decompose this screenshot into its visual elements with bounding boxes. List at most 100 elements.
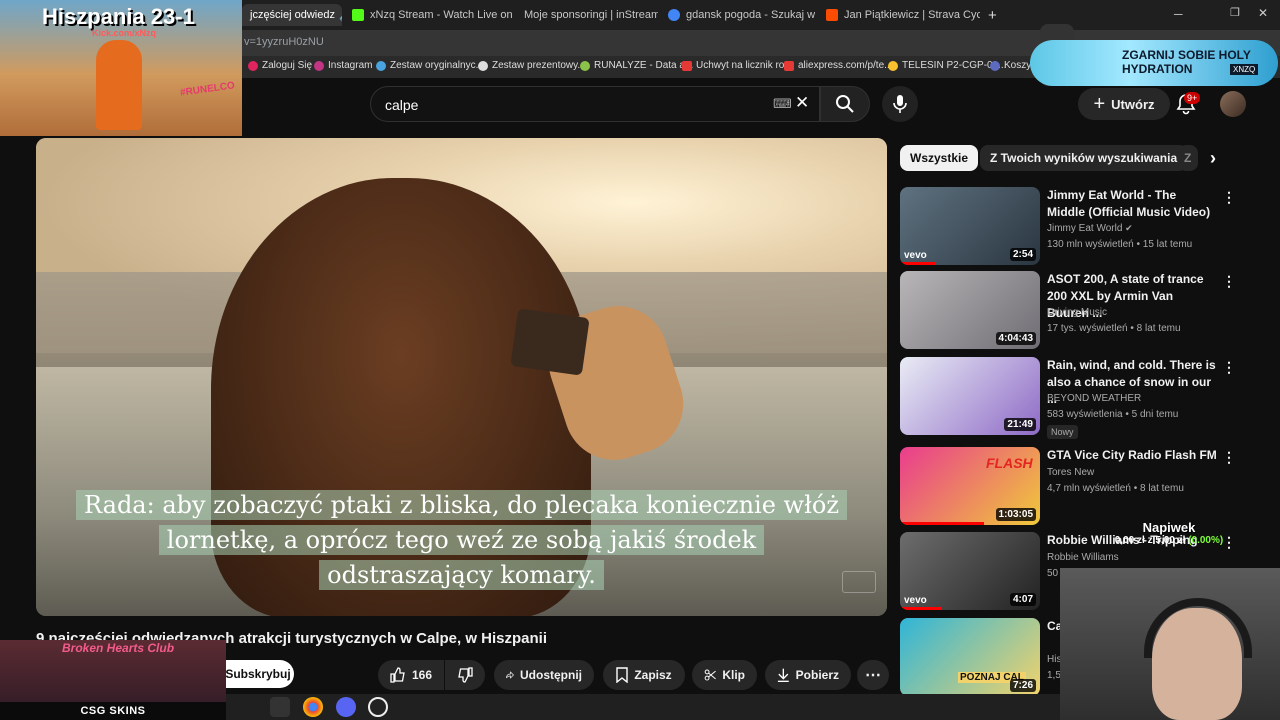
bookmark-icon bbox=[478, 60, 488, 71]
bookmark-label: Zaloguj Się bbox=[262, 60, 313, 71]
discord-icon[interactable] bbox=[336, 697, 356, 717]
plus-icon: + bbox=[1093, 92, 1106, 115]
verified-icon: ✔ bbox=[1125, 223, 1133, 233]
stream-overlay-sponsor: ZGARNIJ SOBIE HOLY HYDRATION XNZQ bbox=[1030, 40, 1278, 86]
list-item[interactable]: FLASH 1:03:05 GTA Vice City Radio Flash F… bbox=[900, 447, 1270, 527]
search-icon bbox=[836, 95, 854, 113]
like-count: 166 bbox=[411, 668, 432, 682]
bookmark-item[interactable]: RUNALYZE - Data a... bbox=[580, 60, 693, 71]
keyboard-icon[interactable]: ⌨ bbox=[773, 96, 792, 112]
dislike-button[interactable] bbox=[445, 660, 485, 690]
watch-progress bbox=[900, 607, 942, 610]
club-logo: Broken Hearts Club bbox=[62, 641, 175, 655]
chip-partial[interactable]: Z bbox=[1178, 145, 1198, 171]
tab-label: Jan Piątkiewicz | Strava Cyclist bbox=[844, 9, 980, 21]
tab-instreamly[interactable]: Moje sponsoringi | inStreamly ✕ bbox=[516, 4, 658, 26]
window-close-icon[interactable]: ✕ bbox=[1258, 6, 1268, 20]
channel-name[interactable]: Tores New bbox=[1047, 467, 1094, 478]
video-title[interactable]: Jimmy Eat World - The Middle (Official M… bbox=[1047, 187, 1217, 221]
overlay-subtitle: Kick.com/xNzq bbox=[92, 28, 157, 38]
tab-label: Moje sponsoringi | inStreamly bbox=[524, 9, 658, 21]
channel-name[interactable]: BEYOND WEATHER bbox=[1047, 393, 1141, 404]
account-avatar[interactable] bbox=[1220, 91, 1246, 117]
thumbnail-label: vevo bbox=[904, 250, 927, 261]
download-label: Pobierz bbox=[795, 668, 839, 682]
sponsor-tag: XNZQ bbox=[1230, 64, 1259, 75]
speaker-icon[interactable]: 🔊 bbox=[339, 9, 342, 22]
chip-all[interactable]: Wszystkie bbox=[900, 145, 979, 171]
tab-strava[interactable]: Jan Piątkiewicz | Strava Cyclist ✕ bbox=[818, 4, 980, 26]
download-icon bbox=[777, 668, 789, 683]
create-button[interactable]: + Utwórz bbox=[1078, 88, 1170, 120]
scissors-icon bbox=[704, 669, 716, 681]
clip-button[interactable]: Klip bbox=[692, 660, 757, 690]
thumbs-up-icon bbox=[390, 667, 405, 683]
channel-label: Jimmy Eat World bbox=[1047, 223, 1123, 234]
bookmark-item[interactable]: Zestaw prezentowy... bbox=[478, 60, 586, 71]
video-thumbnail[interactable]: 21:49 bbox=[900, 357, 1040, 435]
tab-label: jczęściej odwiedz bbox=[250, 9, 335, 21]
save-button[interactable]: Zapisz bbox=[603, 660, 685, 690]
tip-goal-widget: Napiwek 0,00 zł z 5,00 zł (0.00%) bbox=[1104, 520, 1234, 562]
webcam-feed bbox=[1060, 568, 1280, 720]
overlay-photo bbox=[96, 40, 142, 130]
video-thumbnail[interactable]: 4:04:43 bbox=[900, 271, 1040, 349]
bookmark-item[interactable]: Uchwyt na licznik ro... bbox=[682, 60, 793, 71]
stream-overlay-bottom-left: Broken Hearts Club CSG SKINS bbox=[0, 640, 226, 720]
search-button[interactable] bbox=[820, 86, 870, 122]
more-vert-icon[interactable]: ⋮ bbox=[1222, 359, 1236, 376]
share-icon bbox=[506, 671, 514, 679]
search-input[interactable]: calpe ⌨ ✕ bbox=[370, 86, 820, 122]
maximize-icon[interactable]: ❐ bbox=[1230, 6, 1240, 19]
video-thumbnail[interactable]: FLASH 1:03:05 bbox=[900, 447, 1040, 525]
chevron-right-icon[interactable]: › bbox=[1210, 148, 1216, 169]
tab-active[interactable]: jczęściej odwiedz 🔊 ✕ bbox=[242, 4, 342, 26]
list-item[interactable]: 21:49 Rain, wind, and cold. There is als… bbox=[900, 357, 1270, 439]
channel-watermark[interactable] bbox=[842, 571, 876, 593]
tab-kick[interactable]: xNzq Stream - Watch Live on K ✕ bbox=[344, 4, 514, 26]
more-vert-icon[interactable]: ⋮ bbox=[1222, 273, 1236, 290]
bookmark-item[interactable]: TELESIN P2-CGP-01... bbox=[888, 60, 1006, 71]
list-item[interactable]: 4:04:43 ASOT 200, A state of trance 200 … bbox=[900, 271, 1270, 351]
minimize-icon[interactable]: ─ bbox=[1174, 7, 1183, 21]
new-tab-button[interactable]: + bbox=[980, 4, 1000, 26]
tip-percent: (0.00%) bbox=[1188, 535, 1224, 546]
instagram-icon bbox=[314, 60, 324, 71]
like-button[interactable]: 166 bbox=[378, 660, 444, 690]
bookmark-item[interactable]: Instagram bbox=[314, 60, 372, 71]
duration-badge: 7:26 bbox=[1009, 679, 1036, 692]
video-subtitles: Rada: aby zobaczyć ptaki z bliska, do pl… bbox=[36, 488, 887, 593]
voice-search-button[interactable] bbox=[882, 86, 918, 122]
tab-label: gdansk pogoda - Szukaj w Goo bbox=[686, 9, 816, 21]
more-actions-button[interactable]: ⋯ bbox=[857, 660, 889, 690]
microphone-icon bbox=[893, 95, 907, 113]
list-item[interactable]: vevo 2:54 Jimmy Eat World - The Middle (O… bbox=[900, 187, 1270, 267]
video-meta: 130 mln wyświetleń • 15 lat temu bbox=[1047, 239, 1193, 250]
tab-google[interactable]: gdansk pogoda - Szukaj w Goo ✕ bbox=[660, 4, 816, 26]
bookmark-item[interactable]: Zestaw oryginalnyc... bbox=[376, 60, 484, 71]
video-title[interactable]: GTA Vice City Radio Flash FM bbox=[1047, 447, 1217, 464]
video-thumbnail[interactable]: vevo 4:07 bbox=[900, 532, 1040, 610]
channel-name[interactable]: Driving Music bbox=[1047, 307, 1107, 318]
more-vert-icon[interactable]: ⋮ bbox=[1222, 449, 1236, 466]
more-vert-icon[interactable]: ⋮ bbox=[1222, 189, 1236, 206]
share-button[interactable]: Udostępnij bbox=[494, 660, 594, 690]
chrome-icon[interactable] bbox=[303, 697, 323, 717]
video-thumbnail[interactable]: vevo 2:54 bbox=[900, 187, 1040, 265]
download-button[interactable]: Pobierz bbox=[765, 660, 851, 690]
create-label: Utwórz bbox=[1111, 96, 1155, 112]
video-meta: 1,5 bbox=[1047, 670, 1061, 681]
clear-search-icon[interactable]: ✕ bbox=[795, 93, 809, 113]
aliexpress-icon bbox=[682, 60, 692, 71]
video-thumbnail[interactable]: POZNAJ CAL 7:26 bbox=[900, 618, 1040, 696]
channel-name[interactable]: Jimmy Eat World ✔ bbox=[1047, 223, 1133, 234]
duration-badge: 2:54 bbox=[1009, 248, 1036, 261]
bookmark-icon bbox=[580, 60, 590, 71]
terminal-icon[interactable] bbox=[270, 697, 290, 717]
chip-from-search[interactable]: Z Twoich wyników wyszukiwania bbox=[980, 145, 1188, 171]
obs-icon[interactable] bbox=[368, 697, 388, 717]
bookmark-item[interactable]: Zaloguj Się bbox=[248, 60, 312, 71]
bookmark-item[interactable]: aliexpress.com/p/te... bbox=[784, 60, 892, 71]
google-icon bbox=[668, 9, 680, 21]
subscribe-button[interactable]: Subskrybuj bbox=[222, 660, 294, 688]
